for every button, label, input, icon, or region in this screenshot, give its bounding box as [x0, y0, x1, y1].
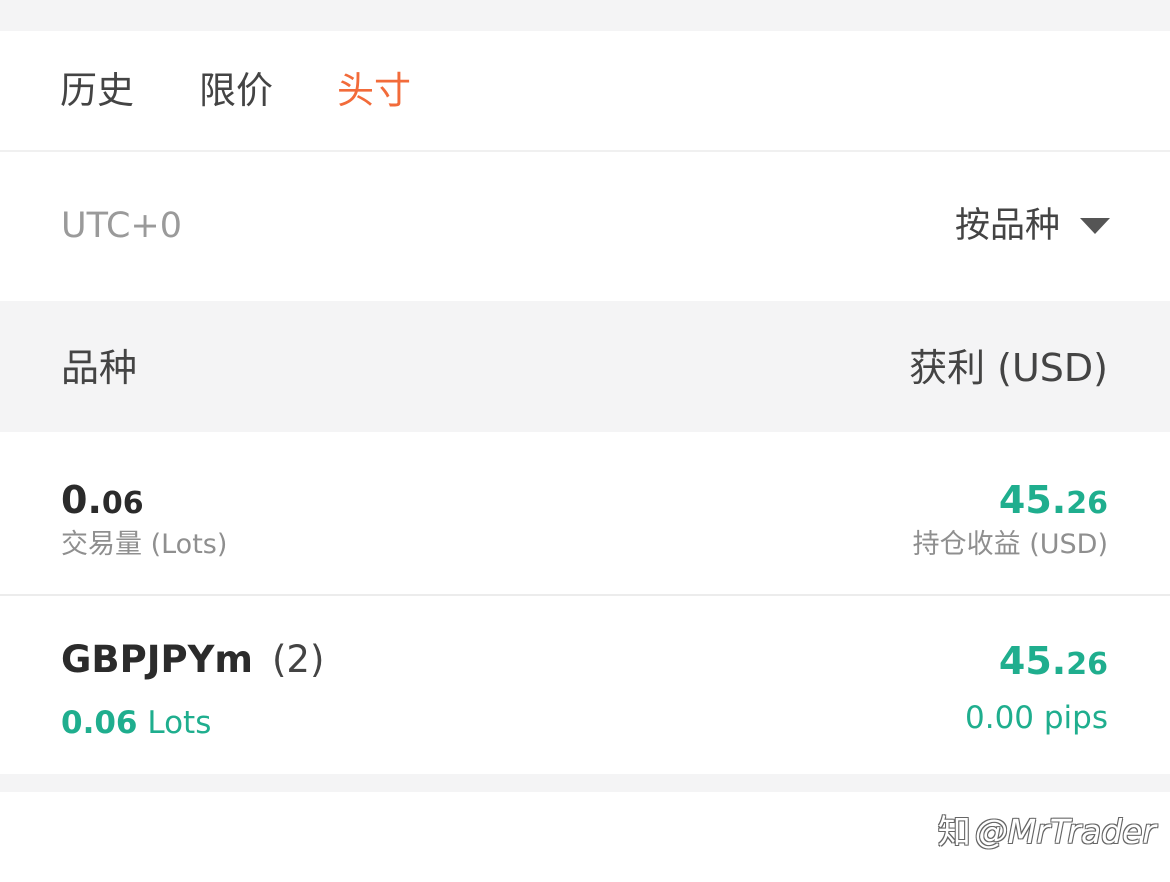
top-strip	[0, 0, 1170, 31]
position-row[interactable]: GBPJPYm (2) 0.06 Lots 45.26 0.00 pips	[0, 598, 1170, 774]
bottom-strip	[0, 774, 1170, 792]
sort-dropdown[interactable]: 按品种	[955, 205, 1110, 247]
header-profit: 获利 (USD)	[909, 346, 1108, 390]
position-lots: 0.06 Lots	[61, 705, 212, 741]
total-volume-label: 交易量 (Lots)	[61, 529, 228, 560]
caret-down-icon	[1080, 218, 1110, 234]
bottom-area: 知 @MrTrader	[0, 792, 1170, 882]
header-symbol: 品种	[61, 346, 138, 390]
sort-label: 按品种	[954, 206, 1060, 246]
position-profit: 45.26	[998, 639, 1108, 683]
total-volume: 0.06	[61, 478, 144, 522]
filter-row: UTC+0 按品种	[0, 153, 1170, 301]
tab-history[interactable]: 历史	[60, 69, 134, 113]
position-symbol: GBPJPYm	[61, 638, 253, 681]
tab-limit-orders[interactable]: 限价	[199, 69, 273, 113]
zhihu-logo-icon: 知	[937, 812, 971, 851]
position-count: (2)	[272, 638, 325, 681]
position-pips: 0.00 pips	[965, 700, 1108, 736]
total-profit: 45.26	[998, 478, 1108, 522]
summary-row: 0.06 交易量 (Lots) 45.26 持仓收益 (USD)	[0, 432, 1170, 596]
tab-bar: 历史 限价 头寸	[0, 31, 1170, 152]
total-profit-label: 持仓收益 (USD)	[912, 529, 1108, 560]
tab-positions[interactable]: 头寸	[337, 69, 411, 113]
watermark: 知 @MrTrader	[937, 812, 1156, 851]
timezone-label: UTC+0	[61, 206, 182, 246]
column-header: 品种 获利 (USD)	[0, 301, 1170, 432]
